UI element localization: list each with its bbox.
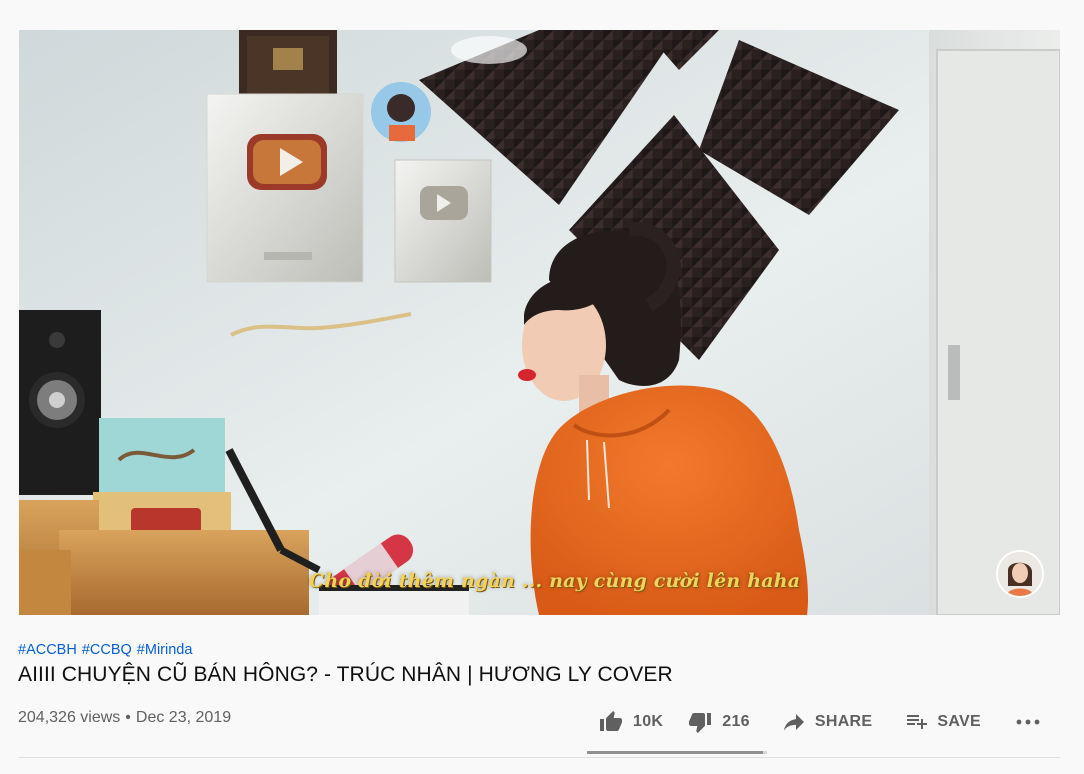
save-label: SAVE — [937, 713, 981, 730]
view-count: 204,326 views — [18, 709, 121, 726]
publish-date: Dec 23, 2019 — [135, 709, 232, 726]
hashtag-link[interactable]: #ACCBH — [18, 642, 77, 658]
meta-separator: • — [125, 709, 131, 726]
share-label: SHARE — [814, 713, 873, 730]
more-horizontal-icon — [1016, 719, 1040, 725]
channel-watermark[interactable] — [996, 550, 1044, 598]
divider — [18, 757, 1060, 758]
hashtag-list: #ACCBH #CCBQ #Mirinda — [18, 642, 197, 658]
video-frame — [19, 30, 1060, 615]
dislike-button[interactable]: 216 — [687, 710, 750, 734]
dislike-count: 216 — [722, 713, 750, 730]
thumb-up-icon — [600, 711, 622, 731]
video-title: AIIII CHUYỆN CŨ BÁN HÔNG? - TRÚC NHÂN | … — [18, 663, 673, 686]
more-actions-button[interactable] — [1015, 710, 1041, 734]
sentiment-bar-fill — [587, 751, 764, 754]
video-meta: 204,326 views • Dec 23, 2019 — [18, 709, 231, 727]
thumb-down-icon — [689, 713, 712, 733]
playlist-add-icon — [907, 715, 928, 729]
action-bar: 10K 216 SHARE SAVE — [588, 702, 1060, 742]
hashtag-link[interactable]: #CCBQ — [82, 642, 132, 658]
video-subtitle: Cho đời thêm ngàn ... nay cùng cười lên … — [309, 570, 801, 592]
share-button[interactable]: SHARE — [782, 710, 873, 734]
sentiment-bar — [587, 751, 767, 754]
share-arrow-icon — [783, 714, 804, 731]
like-button[interactable]: 10K — [598, 710, 663, 734]
channel-avatar-icon — [998, 552, 1042, 596]
hashtag-link[interactable]: #Mirinda — [137, 642, 193, 658]
video-player[interactable]: Cho đời thêm ngàn ... nay cùng cười lên … — [19, 30, 1060, 615]
save-button[interactable]: SAVE — [904, 710, 981, 734]
like-count: 10K — [633, 713, 664, 730]
